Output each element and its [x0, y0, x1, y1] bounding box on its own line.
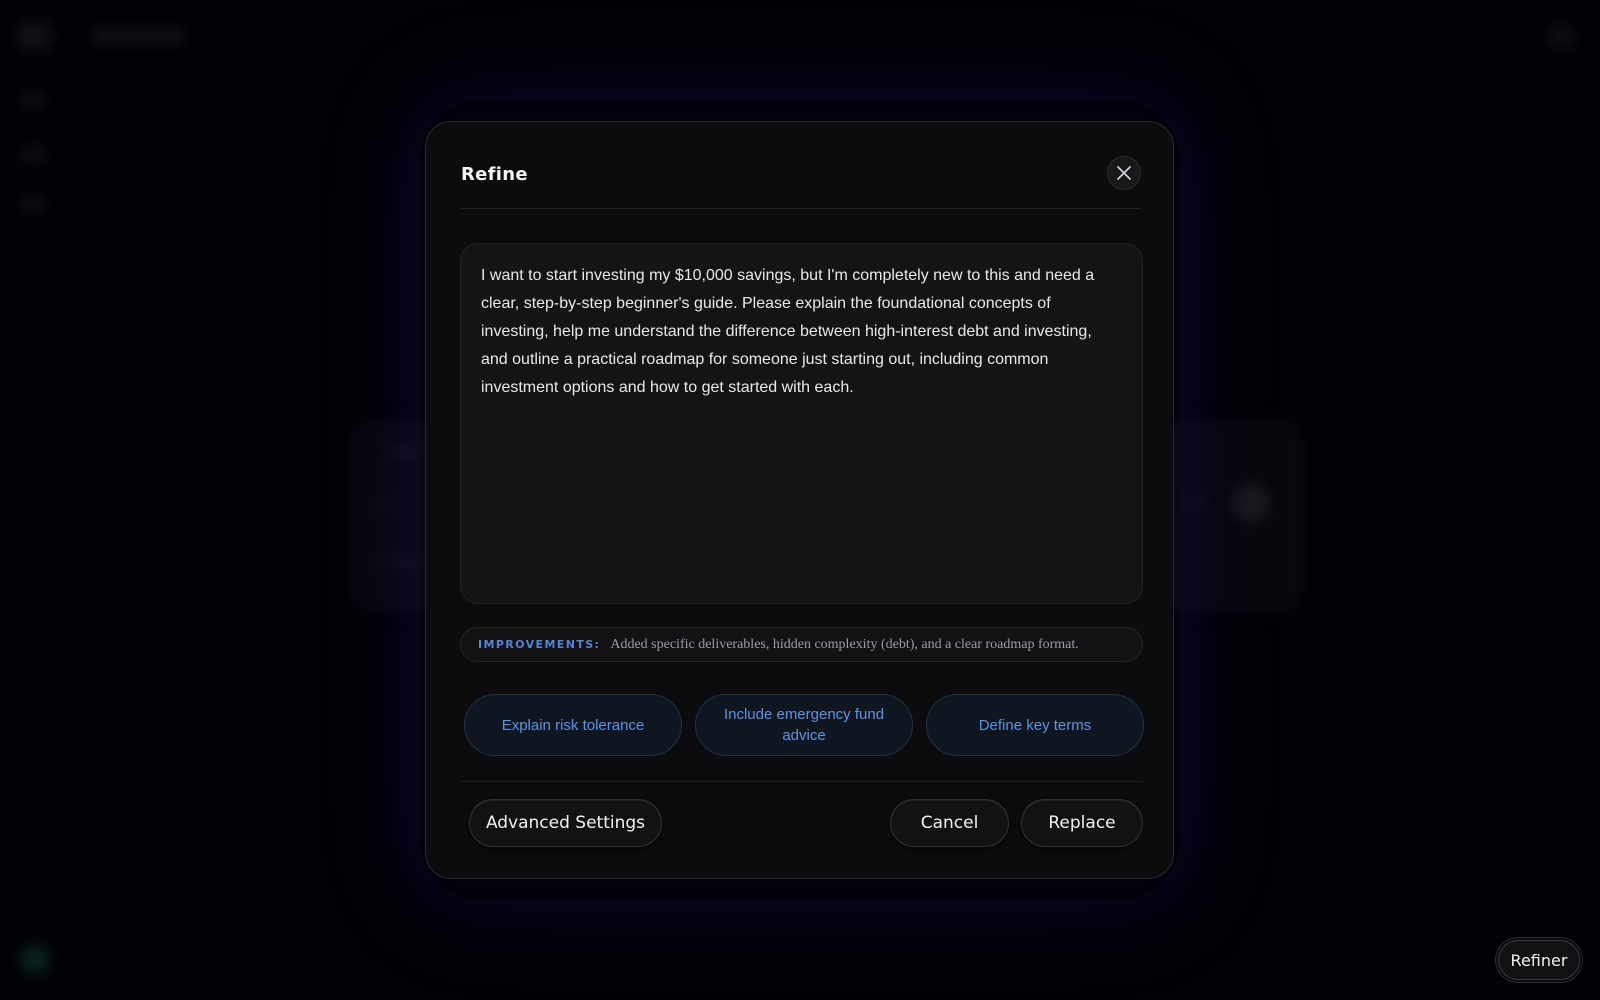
background-nav-item — [20, 196, 46, 212]
suggestion-chip-risk-tolerance[interactable]: Explain risk tolerance — [464, 694, 682, 756]
footer-divider — [461, 781, 1143, 782]
background-status-dot — [20, 944, 50, 974]
background-nav-item — [20, 92, 46, 108]
refine-modal: Refine I want to start investing my $10,… — [425, 121, 1174, 879]
improvements-label: IMPROVEMENTS: — [478, 638, 601, 651]
suggestion-chips: Explain risk tolerance Include emergency… — [464, 694, 1144, 756]
improvements-bar: IMPROVEMENTS: Added specific deliverable… — [460, 627, 1143, 662]
background-nav-item — [20, 146, 46, 162]
improvements-text: Added specific deliverables, hidden comp… — [610, 636, 1079, 652]
cancel-button[interactable]: Cancel — [890, 799, 1009, 847]
background-top-right-control — [1548, 26, 1574, 48]
advanced-settings-button[interactable]: Advanced Settings — [469, 799, 662, 847]
suggestion-chip-emergency-fund[interactable]: Include emergency fund advice — [695, 694, 913, 756]
replace-button[interactable]: Replace — [1021, 799, 1143, 847]
modal-title: Refine — [461, 164, 528, 185]
suggestion-chip-key-terms[interactable]: Define key terms — [926, 694, 1144, 756]
refiner-button[interactable]: Refiner — [1498, 940, 1580, 980]
background-brand — [92, 28, 184, 44]
background-logo — [18, 22, 52, 50]
refined-prompt-textarea[interactable]: I want to start investing my $10,000 sav… — [460, 243, 1143, 604]
close-button[interactable] — [1107, 156, 1141, 190]
modal-header: Refine — [461, 156, 1141, 209]
close-icon — [1116, 165, 1132, 181]
